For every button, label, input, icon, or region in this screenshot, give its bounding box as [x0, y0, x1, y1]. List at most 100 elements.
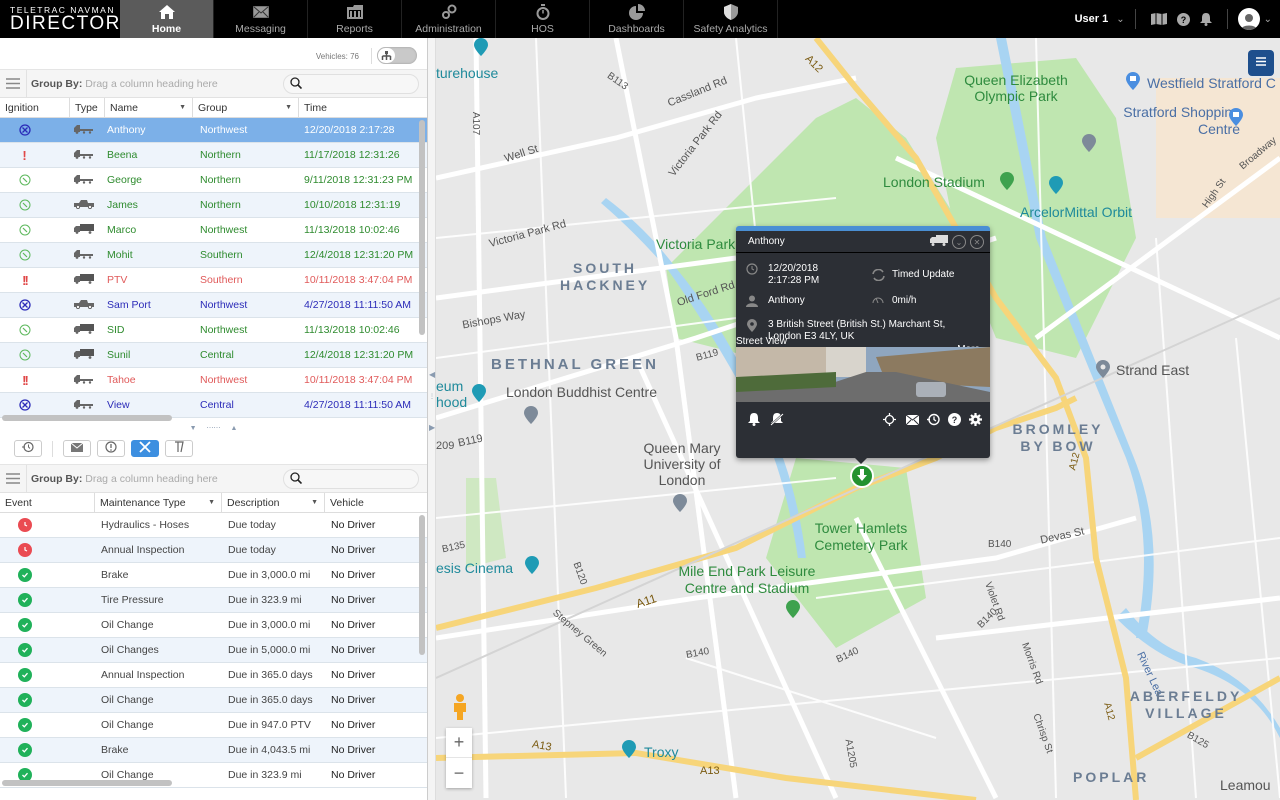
- vertical-scrollbar[interactable]: [419, 120, 425, 335]
- vehicle-marker-anthony[interactable]: [850, 464, 874, 488]
- column-time[interactable]: Time: [299, 98, 427, 118]
- map-view[interactable]: turehouse Cassland Rd B113 A12 Well St A…: [436, 38, 1280, 800]
- zoom-in-button[interactable]: +: [446, 728, 472, 758]
- vehicle-row[interactable]: !! PTV Southern 10/11/2018 3:47:04 PM: [0, 268, 427, 293]
- chevron-down-icon[interactable]: ⌄: [1116, 14, 1124, 25]
- gear-icon[interactable]: [969, 413, 982, 429]
- poi-pin-icon[interactable]: [474, 38, 488, 56]
- chevron-down-icon[interactable]: ⌄: [1264, 14, 1272, 25]
- stadium-pin-icon[interactable]: [1000, 172, 1014, 190]
- group-by-dropzone[interactable]: Group By: Drag a column heading here: [27, 473, 218, 485]
- envelope-icon[interactable]: [905, 414, 920, 428]
- expand-up-icon[interactable]: ▲: [231, 425, 238, 432]
- help-icon[interactable]: ?: [1176, 12, 1190, 26]
- street-view-image[interactable]: [736, 347, 990, 402]
- vehicle-search-input[interactable]: [283, 74, 419, 94]
- vehicle-row[interactable]: George Northern 9/11/2018 12:31:23 PM: [0, 168, 427, 193]
- maintenance-row[interactable]: Hydraulics - Hoses Due today No Driver: [0, 513, 427, 538]
- landmark-pin-icon[interactable]: [1049, 176, 1063, 194]
- maintenance-row[interactable]: Annual Inspection Due today No Driver: [0, 538, 427, 563]
- tab-geofence[interactable]: [165, 440, 193, 457]
- museum-pin-icon[interactable]: [472, 384, 486, 402]
- maintenance-row[interactable]: Brake Due in 4,043.5 mi No Driver: [0, 738, 427, 763]
- worship-pin-icon[interactable]: [524, 406, 538, 424]
- filter-icon[interactable]: ▼: [285, 104, 292, 111]
- column-menu-icon[interactable]: [0, 69, 27, 98]
- vehicle-row[interactable]: Sunil Central 12/4/2018 12:31:20 PM: [0, 343, 427, 368]
- university-pin-icon[interactable]: [673, 494, 687, 512]
- locate-icon[interactable]: [883, 413, 896, 429]
- expand-right-icon[interactable]: ▶: [429, 423, 435, 432]
- shopping-pin-icon[interactable]: [1126, 72, 1140, 90]
- group-by-dropzone[interactable]: Group By: Drag a column heading here: [27, 78, 218, 90]
- filter-icon[interactable]: ▼: [179, 104, 186, 111]
- nav-messaging[interactable]: Messaging: [214, 0, 308, 38]
- bell-icon[interactable]: [748, 413, 760, 429]
- tab-alerts[interactable]: [97, 440, 125, 457]
- tab-messages[interactable]: [63, 440, 91, 457]
- collapse-popup-button[interactable]: ⌄: [952, 235, 966, 249]
- column-maintenance-type[interactable]: Maintenance Type ▼: [95, 492, 222, 513]
- shopping-pin-icon[interactable]: [1229, 108, 1243, 126]
- maintenance-row[interactable]: Oil Change Due in 947.0 PTV No Driver: [0, 713, 427, 738]
- nav-home[interactable]: Home: [120, 0, 214, 38]
- nav-hos[interactable]: HOS: [496, 0, 590, 38]
- nav-dashboards[interactable]: Dashboards: [590, 0, 684, 38]
- column-description[interactable]: Description ▼: [222, 492, 325, 513]
- vehicle-row[interactable]: SID Northwest 11/13/2018 10:02:46: [0, 318, 427, 343]
- nav-safety-analytics[interactable]: Safety Analytics: [684, 0, 778, 38]
- column-vehicle[interactable]: Vehicle: [325, 493, 427, 513]
- collapse-down-icon[interactable]: ▼: [190, 425, 197, 432]
- zoom-out-button[interactable]: −: [446, 758, 472, 788]
- vehicle-row[interactable]: James Northern 10/10/2018 12:31:19: [0, 193, 427, 218]
- stadium-pin-icon[interactable]: [786, 600, 800, 618]
- column-menu-icon[interactable]: [0, 464, 27, 493]
- drag-handle-icon[interactable]: ⋯⋯: [207, 424, 221, 432]
- hierarchy-toggle[interactable]: [377, 47, 417, 64]
- history-icon[interactable]: [927, 413, 940, 429]
- maintenance-search-input[interactable]: [283, 469, 419, 489]
- column-group[interactable]: Group ▼: [193, 97, 299, 118]
- maintenance-row[interactable]: Brake Due in 3,000.0 mi No Driver: [0, 563, 427, 588]
- help-icon[interactable]: ?: [948, 413, 961, 429]
- tab-maintenance[interactable]: [131, 440, 159, 457]
- horizontal-scrollbar[interactable]: [2, 415, 172, 421]
- close-icon[interactable]: ✕: [970, 235, 984, 249]
- sort-icon[interactable]: ▼: [208, 499, 215, 506]
- place-pin-icon[interactable]: [1096, 360, 1110, 378]
- column-ignition[interactable]: Ignition: [0, 97, 70, 118]
- collapse-left-icon[interactable]: ◀: [429, 370, 435, 379]
- vehicle-row[interactable]: Marco Northwest 11/13/2018 10:02:46: [0, 218, 427, 243]
- nav-administration[interactable]: Administration: [402, 0, 496, 38]
- horizontal-scrollbar[interactable]: [2, 780, 172, 786]
- university-pin-icon[interactable]: [1082, 134, 1096, 152]
- vertical-scrollbar[interactable]: [419, 515, 425, 655]
- column-event[interactable]: Event: [0, 492, 95, 513]
- bell-off-icon[interactable]: [770, 413, 784, 429]
- drag-handle-icon[interactable]: ⋮: [429, 393, 435, 400]
- bell-icon[interactable]: [1199, 12, 1212, 26]
- sort-icon[interactable]: ▼: [311, 499, 318, 506]
- maintenance-row[interactable]: Tire Pressure Due in 323.9 mi No Driver: [0, 588, 427, 613]
- vehicle-row[interactable]: !! Tahoe Northwest 10/11/2018 3:47:04 PM: [0, 368, 427, 393]
- map-book-icon[interactable]: [1150, 13, 1167, 25]
- map-layers-menu-button[interactable]: [1248, 50, 1274, 76]
- maintenance-row[interactable]: Oil Changes Due in 5,000.0 mi No Driver: [0, 638, 427, 663]
- tab-history[interactable]: [14, 440, 42, 457]
- maintenance-row[interactable]: Oil Change Due in 365.0 days No Driver: [0, 688, 427, 713]
- column-name[interactable]: Name ▼: [105, 97, 193, 118]
- column-type[interactable]: Type: [70, 97, 105, 118]
- maintenance-row[interactable]: Oil Change Due in 3,000.0 mi No Driver: [0, 613, 427, 638]
- vehicle-row[interactable]: ! Beena Northern 11/17/2018 12:31:26: [0, 143, 427, 168]
- panel-splitter[interactable]: ▼ ⋯⋯ ▲: [0, 423, 427, 433]
- vehicle-row[interactable]: Sam Port Northwest 4/27/2018 11:11:50 AM: [0, 293, 427, 318]
- avatar[interactable]: [1237, 8, 1260, 30]
- cinema-pin-icon[interactable]: [525, 556, 539, 574]
- nav-reports[interactable]: Reports: [308, 0, 402, 38]
- vehicle-row[interactable]: Anthony Northwest 12/20/2018 2:17:28: [0, 118, 427, 143]
- maintenance-row[interactable]: Annual Inspection Due in 365.0 days No Dri…: [0, 663, 427, 688]
- map-collapse-edge[interactable]: ◀ ⋮ ▶: [428, 38, 436, 800]
- user-menu[interactable]: User 1: [1075, 13, 1109, 25]
- vehicle-row[interactable]: Mohit Southern 12/4/2018 12:31:20 PM: [0, 243, 427, 268]
- brand-logo[interactable]: TELETRAC NAVMAN DIRECTOR: [0, 0, 120, 38]
